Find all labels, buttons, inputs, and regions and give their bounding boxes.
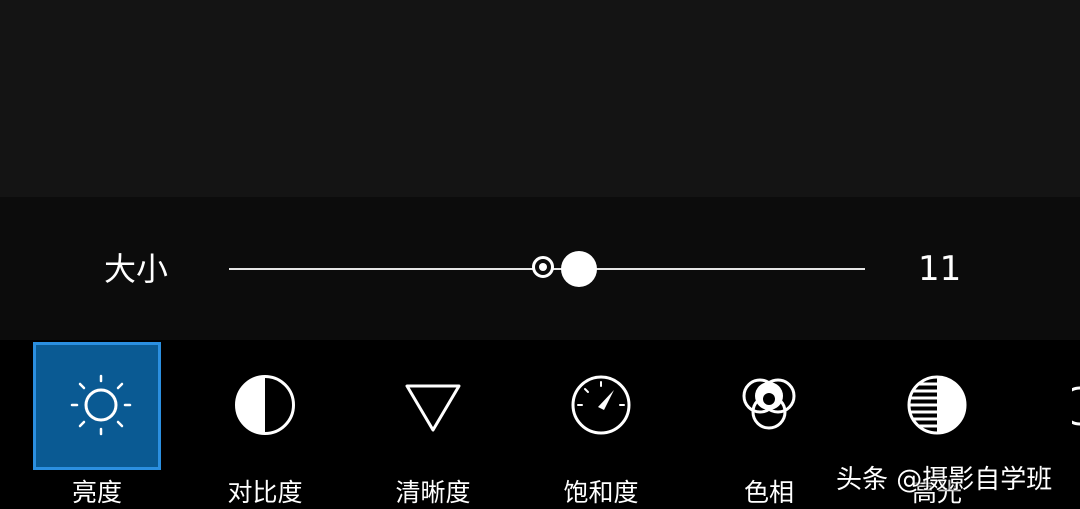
tool-label-clarity: 清晰度: [395, 478, 471, 507]
tool-saturation[interactable]: 饱和度: [531, 340, 671, 509]
highlights-striped-circle-icon: [907, 375, 967, 435]
slider-value: 11: [918, 249, 962, 289]
tool-brightness[interactable]: 亮度: [31, 340, 171, 509]
slider-thumb[interactable]: [560, 251, 597, 287]
brightness-sun-icon: [70, 374, 132, 436]
tool-label-brightness: 亮度: [71, 478, 122, 507]
tool-label-contrast: 对比度: [227, 478, 303, 507]
tool-contrast[interactable]: 对比度: [195, 340, 335, 509]
hue-circles-icon: [742, 378, 796, 430]
watermark: 头条 @摄影自学班: [836, 465, 1053, 495]
image-preview-area: [0, 0, 1080, 197]
tool-label-saturation: 饱和度: [563, 478, 639, 507]
tool-clarity[interactable]: 清晰度: [363, 340, 503, 509]
contrast-half-circle-icon: [235, 375, 295, 435]
tool-hue[interactable]: 色相: [699, 340, 839, 509]
adjustment-slider-panel: 大小 11: [0, 197, 1080, 340]
clarity-triangle-icon: [405, 384, 461, 432]
saturation-gauge-icon: [571, 375, 631, 435]
slider-default-marker: [532, 256, 554, 278]
tool-label-hue: 色相: [743, 478, 794, 507]
partial-next-tool-icon[interactable]: [1072, 386, 1080, 426]
slider-label: 大小: [104, 250, 169, 288]
